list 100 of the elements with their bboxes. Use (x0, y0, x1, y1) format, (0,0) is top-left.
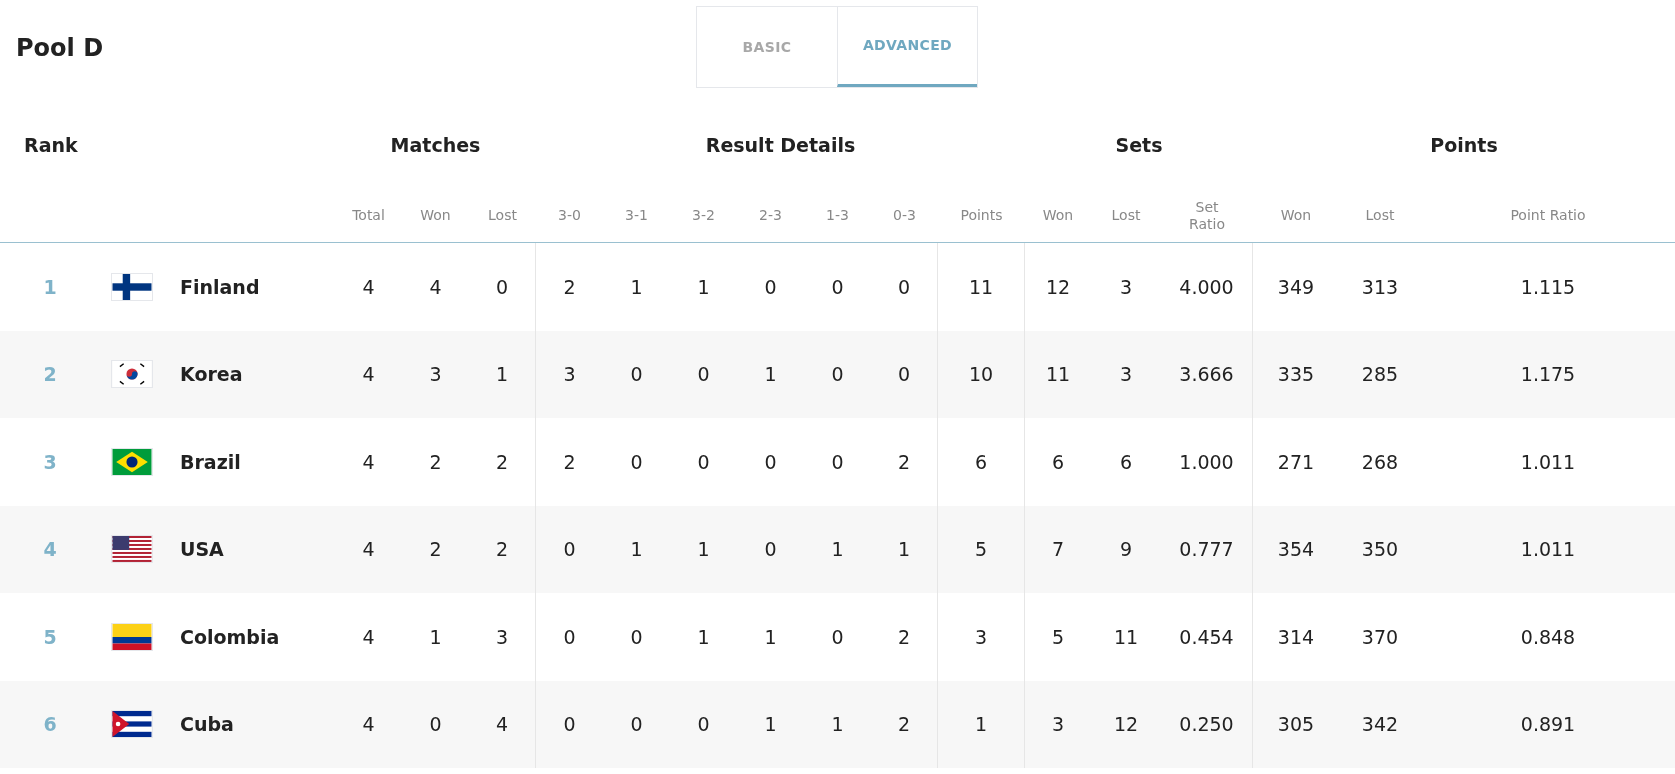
table-cell-text: 1 (897, 537, 911, 562)
page-title: Pool D (16, 33, 104, 64)
column-header: Set Ratio (1188, 198, 1226, 234)
table-cell-text: 12 (1045, 274, 1071, 300)
table-cell-text: 0 (697, 712, 710, 737)
rank-number: 1 (42, 274, 58, 300)
column-header: 0-3 (893, 207, 916, 225)
table-cell-text: 5 (974, 537, 988, 562)
usa-flag-icon (111, 535, 153, 564)
table-cell-text: 1.000 (1179, 449, 1234, 475)
table-cell-text: 354 (1277, 537, 1315, 562)
table-cell-text: 4 (495, 712, 509, 737)
tab[interactable]: ADVANCED (837, 7, 977, 87)
table-cell-text: 6 (1051, 449, 1065, 475)
table-cell-text: 1.175 (1520, 362, 1576, 387)
column-header: Lost (1365, 207, 1395, 225)
table-cell-text: 4 (429, 274, 442, 300)
country-name: Cuba (179, 712, 235, 737)
country-name: Korea (179, 362, 244, 387)
table-cell-text: 1 (697, 537, 710, 562)
table-cell-text: 6 (1119, 449, 1133, 475)
table-cell-text: 9 (1119, 537, 1133, 562)
table-cell-text: 4 (362, 449, 375, 475)
table-cell-text: 10 (968, 362, 994, 387)
table-cell-text: 3 (495, 624, 509, 650)
table-cell-text: 1 (831, 537, 844, 562)
rank-number: 5 (42, 624, 58, 650)
table-cell-text: 11 (1113, 624, 1139, 650)
tab[interactable]: BASIC (697, 7, 837, 87)
column-header: Total (352, 207, 385, 225)
table-cell-text: 3 (1119, 362, 1133, 387)
table-cell-text: 0 (764, 449, 777, 475)
table-cell-text: 2 (563, 449, 576, 475)
table-cell-text: 349 (1277, 274, 1315, 300)
column-header: 3-2 (692, 207, 715, 225)
column-header: 2-3 (759, 207, 782, 225)
table-cell-text: 1.115 (1520, 274, 1576, 300)
table-cell-text: 0 (697, 362, 710, 387)
table-cell-text: 0 (697, 449, 710, 475)
table-cell-text: 3 (1119, 274, 1133, 300)
colombia-flag-icon (111, 622, 153, 651)
table-cell-text: 2 (563, 274, 576, 300)
table-cell-text: 314 (1277, 624, 1315, 650)
table-cell-text: 4 (362, 362, 375, 387)
country-name: Colombia (179, 624, 281, 650)
column-header: Points (960, 207, 1003, 225)
table-cell-text: 2 (897, 624, 911, 650)
column-group-header: Matches (389, 132, 482, 158)
column-group-header: Sets (1114, 132, 1164, 158)
table-cell-text: 342 (1361, 712, 1399, 737)
table-cell-text: 0.848 (1520, 624, 1576, 650)
table-cell-text: 0 (563, 537, 576, 562)
column-group-header: Points (1429, 132, 1499, 158)
table-cell-text: 1 (697, 624, 710, 650)
rank-number: 2 (42, 362, 58, 387)
table-cell-text: 0 (831, 274, 844, 300)
table-cell-text: 1 (495, 362, 509, 387)
table-cell-text: 3 (974, 624, 988, 650)
table-cell-text: 0 (630, 449, 643, 475)
table-cell-text: 0.777 (1179, 537, 1234, 562)
table-cell-text: 12 (1113, 712, 1139, 737)
table-cell-text: 370 (1361, 624, 1399, 650)
table-cell-text: 1 (974, 712, 988, 737)
country-name: USA (179, 537, 225, 562)
table-cell-text: 7 (1051, 537, 1065, 562)
table-cell-text: 2 (897, 449, 911, 475)
country-name: Brazil (179, 449, 242, 475)
column-header: 1-3 (826, 207, 849, 225)
table-cell-text: 0 (764, 537, 777, 562)
rank-number: 6 (42, 712, 58, 737)
finland-flag-icon (111, 272, 153, 301)
table-cell-text: 1 (630, 274, 643, 300)
table-cell-text: 0.454 (1179, 624, 1234, 650)
table-cell-text: 4 (362, 712, 375, 737)
table-cell-text: 2 (897, 712, 911, 737)
column-header: 3-1 (625, 207, 648, 225)
column-header: Lost (488, 207, 517, 225)
table-cell-text: 3 (429, 362, 442, 387)
table-cell-text: 0 (429, 712, 442, 737)
column-group-header: Rank (23, 132, 79, 158)
table-cell-text: 0 (897, 362, 911, 387)
table-cell-text: 271 (1277, 449, 1315, 475)
table-cell-text: 6 (974, 449, 988, 475)
table-cell-text: 0 (831, 362, 844, 387)
table-cell-text: 0 (630, 712, 643, 737)
table-cell-text: 0 (897, 274, 911, 300)
column-header: Won (1042, 207, 1074, 225)
table-cell-text: 0 (831, 624, 844, 650)
table-cell-text: 3 (1051, 712, 1065, 737)
rank-number: 4 (42, 537, 58, 562)
korea-flag-icon (111, 360, 153, 389)
table-cell-text: 3 (563, 362, 576, 387)
table-cell-text: 0 (563, 712, 576, 737)
table-cell-text: 4 (362, 624, 375, 650)
table-cell-text: 285 (1361, 362, 1399, 387)
table-cell-text: 5 (1051, 624, 1065, 650)
table-cell-text: 2 (495, 449, 509, 475)
table-cell-text: 0 (630, 362, 643, 387)
table-cell-text: 0.250 (1179, 712, 1234, 737)
cuba-flag-icon (111, 710, 153, 739)
